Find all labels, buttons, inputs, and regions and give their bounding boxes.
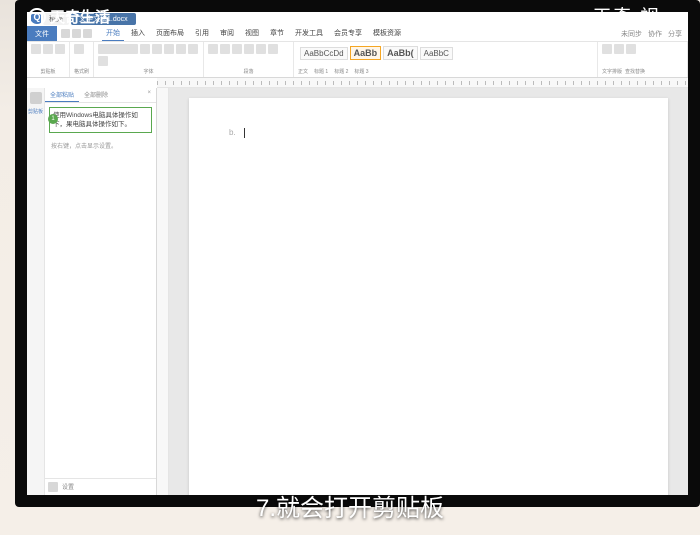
watermark-left-text: 天奇生活 — [50, 6, 110, 27]
clipboard-toolbar: 全部粘贴 全部删除 × — [45, 88, 156, 103]
workspace: 剪贴板 全部粘贴 全部删除 × 1 使用Windows电脑具体操作如下，果电脑具… — [27, 88, 688, 495]
clipboard-item[interactable]: 1 使用Windows电脑具体操作如下，果电脑具体操作如下。 — [49, 107, 152, 133]
close-panel-button[interactable]: × — [142, 88, 156, 102]
tab-templates[interactable]: 模板资源 — [369, 26, 405, 41]
tab-developer[interactable]: 开发工具 — [291, 26, 327, 41]
cut-icon[interactable] — [43, 44, 53, 54]
video-subtitle: 7.就会打开剪贴板 — [0, 488, 700, 523]
document-area[interactable]: b. — [169, 88, 688, 495]
style-heading3[interactable]: AaBbC — [420, 47, 453, 60]
tab-references[interactable]: 引用 — [191, 26, 213, 41]
ribbon-group-font: 字体 — [94, 42, 204, 77]
app-window: 稻壳 文字文稿1.docx 文件 开始 插入 页面布局 引用 审阅 视图 章节 … — [27, 12, 688, 495]
numbering-icon[interactable] — [256, 44, 266, 54]
collab-button[interactable]: 协作 — [648, 29, 662, 39]
monitor-frame: 稻壳 文字文稿1.docx 文件 开始 插入 页面布局 引用 审阅 视图 章节 … — [15, 0, 700, 507]
clipboard-panel: 剪贴板 全部粘贴 全部删除 × 1 使用Windows电脑具体操作如下，果电脑具… — [27, 88, 157, 495]
paste-icon[interactable] — [31, 44, 41, 54]
style-heading2[interactable]: AaBb( — [383, 46, 418, 60]
indent-icon[interactable] — [268, 44, 278, 54]
underline-icon[interactable] — [176, 44, 186, 54]
ribbon-group-paragraph: 段落 — [204, 42, 294, 77]
page-text-line: b. — [229, 128, 236, 137]
tab-view[interactable]: 视图 — [241, 26, 263, 41]
ribbon-group-clipboard: 剪贴板 — [27, 42, 70, 77]
document-page[interactable]: b. — [189, 98, 668, 495]
titlebar-right-tools: 未同步 协作 分享 — [621, 29, 688, 39]
text-cursor — [244, 128, 245, 138]
highlight-icon[interactable] — [98, 56, 108, 66]
find-replace-icon[interactable] — [614, 44, 624, 54]
delete-all-button[interactable]: 全部删除 — [79, 88, 113, 102]
select-icon[interactable] — [626, 44, 636, 54]
align-center-icon[interactable] — [220, 44, 230, 54]
tab-insert[interactable]: 插入 — [127, 26, 149, 41]
undo-icon[interactable] — [72, 29, 81, 38]
ribbon-group-format-painter: 格式刷 — [70, 42, 94, 77]
tab-member[interactable]: 会员专享 — [330, 26, 366, 41]
title-bar: 稻壳 文字文稿1.docx — [27, 12, 688, 26]
italic-icon[interactable] — [164, 44, 174, 54]
bold-icon[interactable] — [152, 44, 162, 54]
ribbon-toolbar: 剪贴板 格式刷 字体 段落 AaBbCcDd AaBb AaBb( AaBbC … — [27, 42, 688, 78]
ribbon-group-styles: AaBbCcDd AaBb AaBb( AaBbC 正文 标题 1 标题 2 标… — [294, 42, 598, 77]
watermark-right: 天奇·视 — [593, 2, 660, 29]
tab-layout[interactable]: 页面布局 — [152, 26, 188, 41]
font-color-icon[interactable] — [188, 44, 198, 54]
file-menu-button[interactable]: 文件 — [27, 26, 57, 41]
format-painter-icon[interactable] — [74, 44, 84, 54]
sidebar-clipboard-label: 剪贴板 — [28, 108, 43, 115]
tab-sections[interactable]: 章节 — [266, 26, 288, 41]
logo-icon: Q — [28, 8, 46, 26]
left-sidebar: 剪贴板 — [27, 88, 45, 495]
share-button[interactable]: 分享 — [668, 29, 682, 39]
quick-access-toolbar — [57, 29, 96, 38]
style-heading1[interactable]: AaBb — [350, 46, 382, 60]
text-layout-icon[interactable] — [602, 44, 612, 54]
tab-review[interactable]: 审阅 — [216, 26, 238, 41]
font-size-dropdown[interactable] — [140, 44, 150, 54]
font-family-dropdown[interactable] — [98, 44, 138, 54]
copy-icon[interactable] — [55, 44, 65, 54]
style-normal[interactable]: AaBbCcDd — [300, 47, 348, 60]
align-left-icon[interactable] — [208, 44, 218, 54]
paste-all-button[interactable]: 全部粘贴 — [45, 88, 79, 102]
bullets-icon[interactable] — [244, 44, 254, 54]
ribbon-group-editing: 文字排版 查找替换 — [598, 42, 688, 77]
align-right-icon[interactable] — [232, 44, 242, 54]
clipboard-hint: 按右键，点击显示设置。 — [45, 137, 156, 154]
clipboard-item-text: 使用Windows电脑具体操作如下，果电脑具体操作如下。 — [53, 112, 138, 128]
save-icon[interactable] — [61, 29, 70, 38]
watermark-left: Q 天奇生活 — [28, 6, 110, 27]
horizontal-ruler[interactable] — [157, 78, 688, 88]
redo-icon[interactable] — [83, 29, 92, 38]
sync-status[interactable]: 未同步 — [621, 29, 642, 39]
tab-start[interactable]: 开始 — [102, 26, 124, 41]
menu-bar: 文件 开始 插入 页面布局 引用 审阅 视图 章节 开发工具 会员专享 模板资源… — [27, 26, 688, 42]
ribbon-tabs: 开始 插入 页面布局 引用 审阅 视图 章节 开发工具 会员专享 模板资源 — [96, 26, 405, 41]
sidebar-clipboard-icon[interactable] — [30, 92, 42, 104]
vertical-ruler[interactable] — [157, 88, 169, 495]
clipboard-item-number: 1 — [48, 114, 58, 124]
